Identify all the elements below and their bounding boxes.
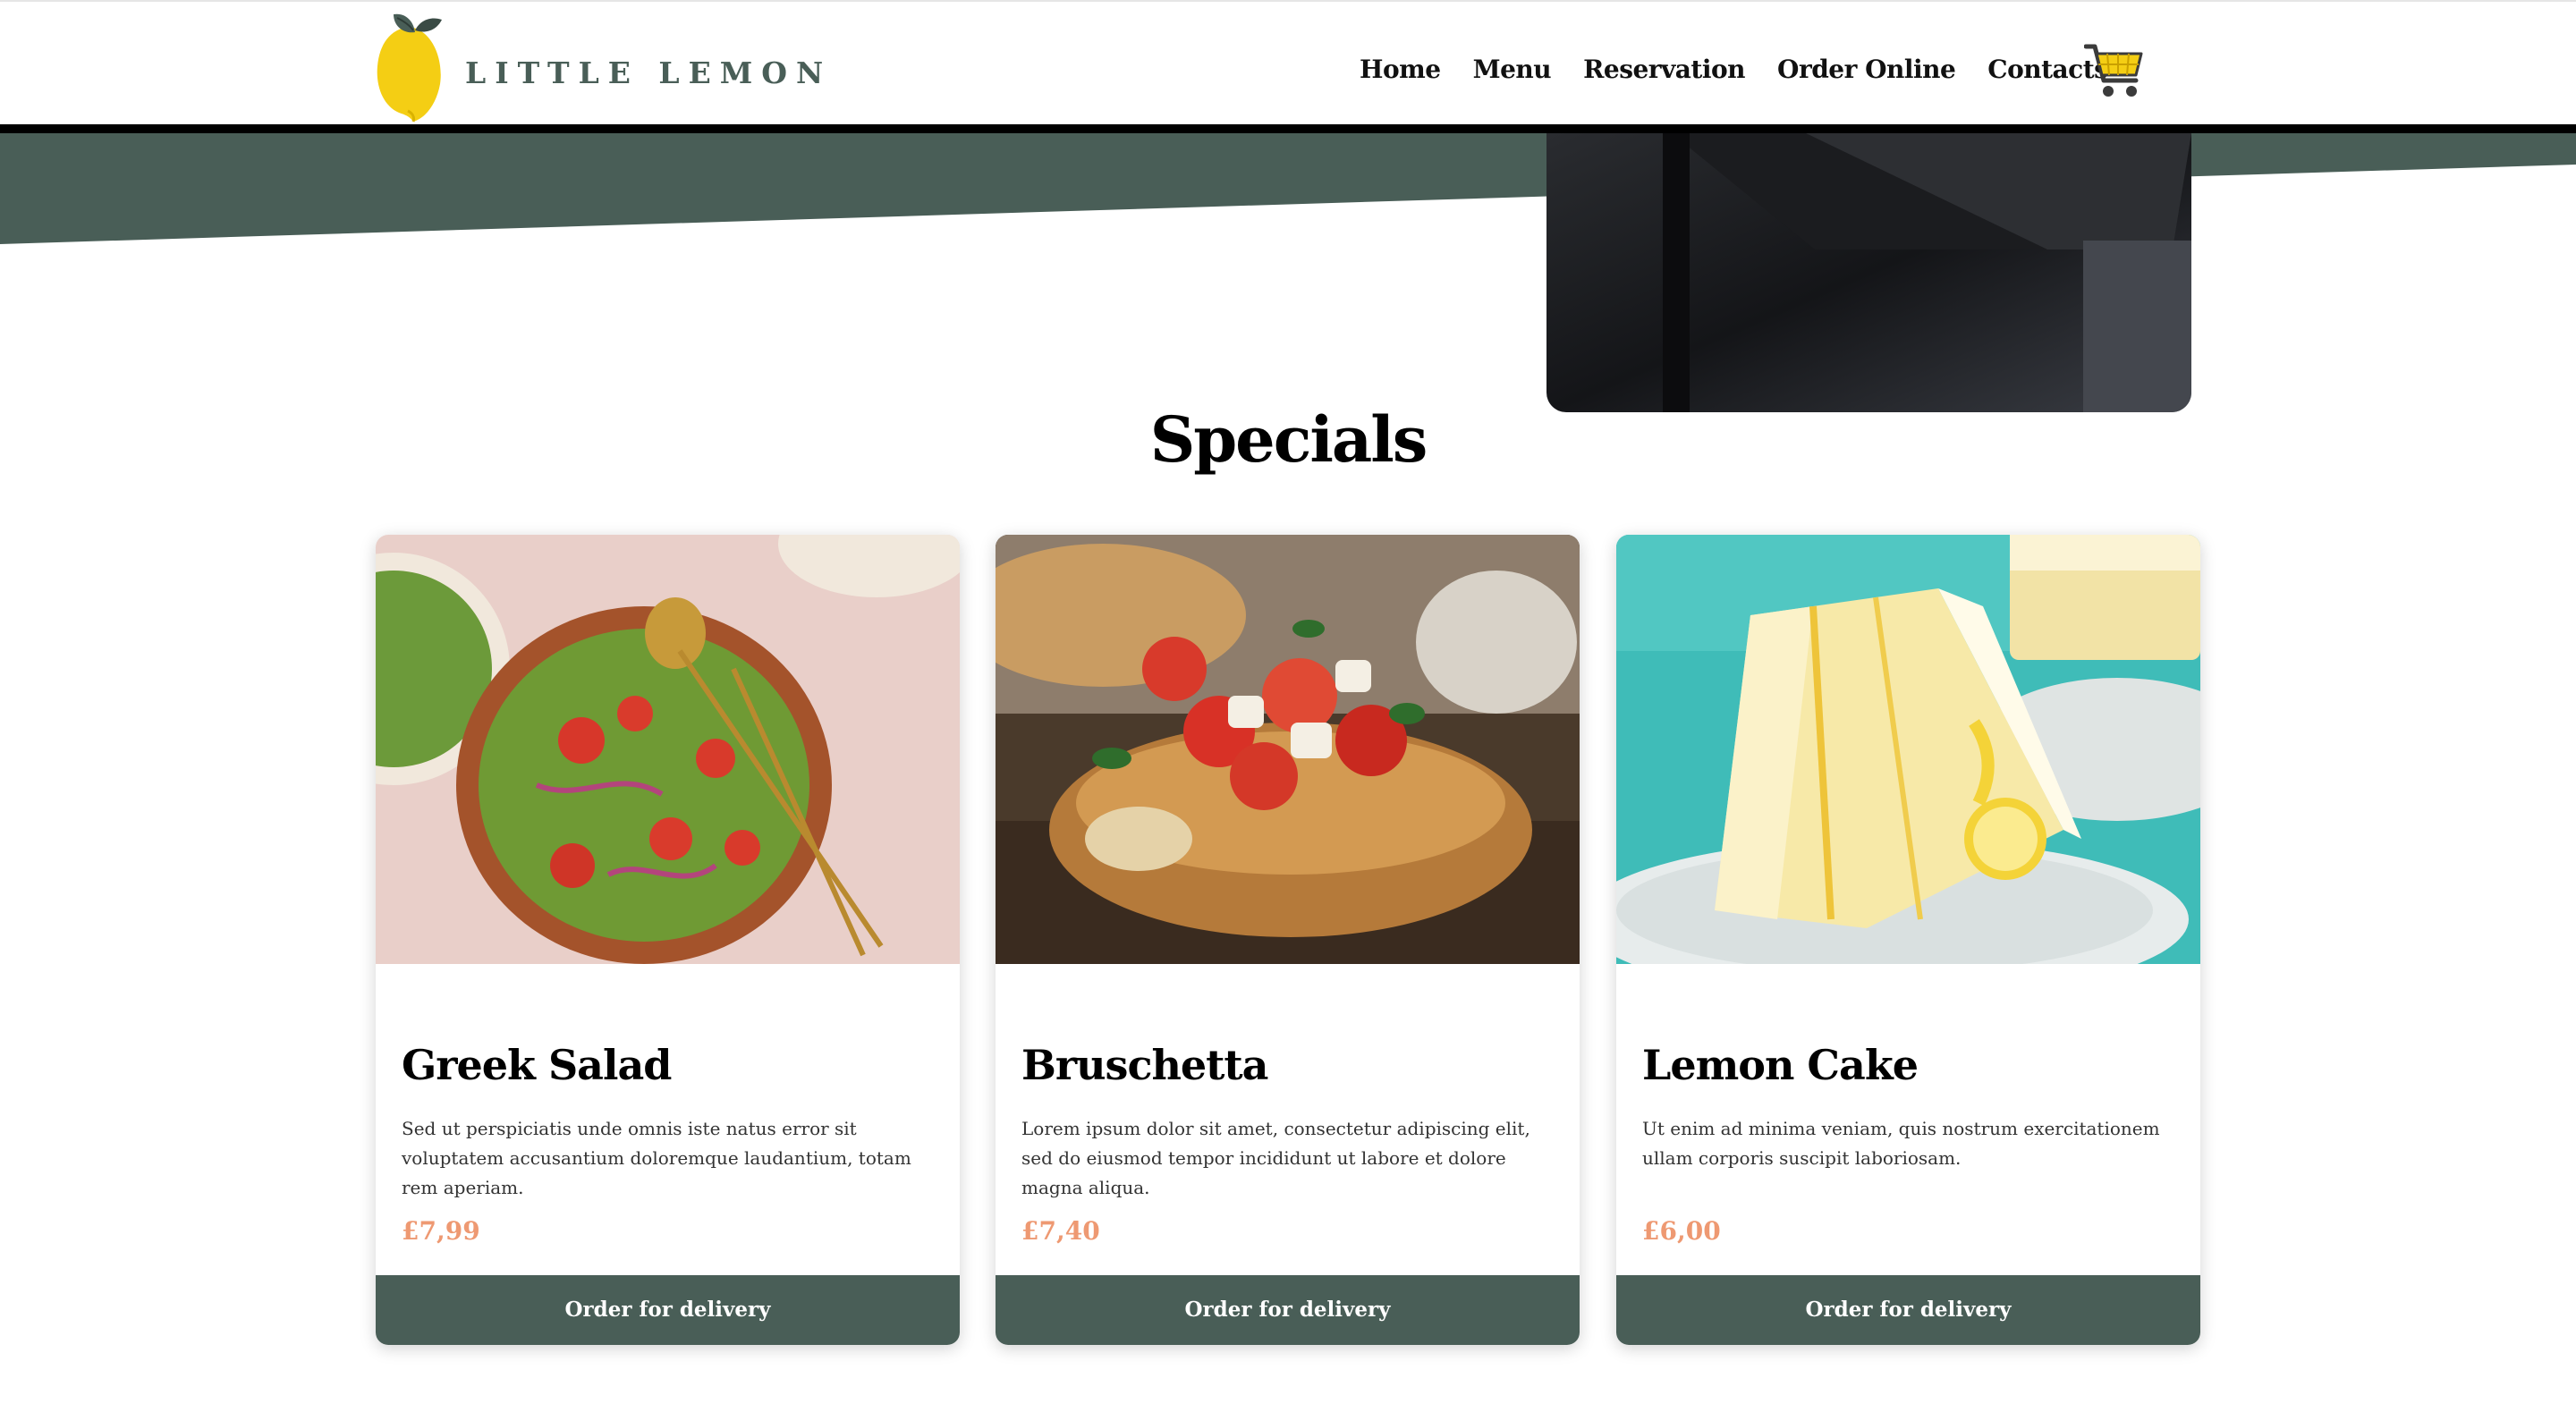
cart-button[interactable]: [2083, 41, 2145, 100]
nav-order-online[interactable]: Order Online: [1777, 55, 1956, 84]
card-title: Greek Salad: [402, 1041, 672, 1089]
main-nav: Home Menu Reservation Order Online Conta…: [1360, 47, 2108, 91]
card-price: £7,99: [402, 1216, 480, 1246]
order-for-delivery-button[interactable]: Order for delivery: [996, 1275, 1580, 1345]
bruschetta-photo: [996, 535, 1580, 964]
card-title: Lemon Cake: [1642, 1041, 1919, 1089]
special-card-greek-salad: Greek Salad Sed ut perspiciatis unde omn…: [376, 535, 960, 1345]
card-price: £6,00: [1642, 1216, 1721, 1246]
nav-menu[interactable]: Menu: [1473, 55, 1552, 84]
card-description: Sed ut perspiciatis unde omnis iste natu…: [402, 1118, 911, 1198]
order-for-delivery-button[interactable]: Order for delivery: [1616, 1275, 2200, 1345]
special-card-lemon-cake: Lemon Cake Ut enim ad minima veniam, qui…: [1616, 535, 2200, 1345]
hero-image: [1546, 133, 2191, 412]
card-description: Ut enim ad minima veniam, quis nostrum e…: [1642, 1118, 2160, 1169]
nav-reservation[interactable]: Reservation: [1583, 55, 1745, 84]
card-description: Lorem ipsum dolor sit amet, consectetur …: [1021, 1118, 1530, 1198]
logo-text: LITTLE LEMON: [465, 55, 833, 90]
nav-home[interactable]: Home: [1360, 55, 1441, 84]
lemon-logo-icon: [377, 13, 442, 123]
card-price: £7,40: [1021, 1216, 1100, 1246]
site-header: LITTLE LEMON Home Menu Reservation Order…: [0, 0, 2576, 124]
special-card-bruschetta: Bruschetta Lorem ipsum dolor sit amet, c…: [996, 535, 1580, 1345]
logo[interactable]: LITTLE LEMON: [374, 11, 823, 123]
order-for-delivery-button[interactable]: Order for delivery: [376, 1275, 960, 1345]
lemon-cake-photo: [1616, 535, 2200, 964]
header-divider: [0, 124, 2576, 133]
card-title: Bruschetta: [1021, 1041, 1268, 1089]
specials-heading: Specials: [1149, 402, 1428, 477]
greek-salad-photo: [376, 535, 960, 964]
shopping-cart-icon: [2083, 44, 2143, 97]
